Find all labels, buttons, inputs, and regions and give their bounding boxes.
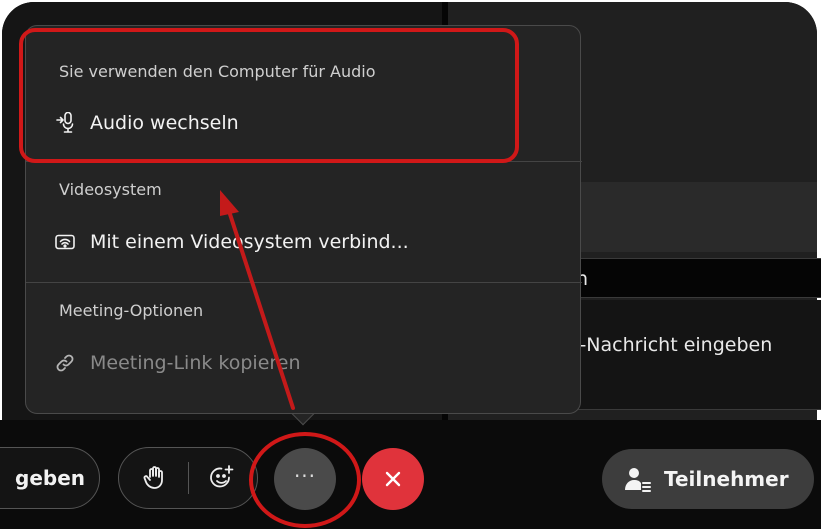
more-options-button[interactable]: ··· bbox=[274, 448, 336, 510]
participants-label: Teilnehmer bbox=[664, 467, 789, 491]
share-button[interactable]: geben bbox=[0, 447, 100, 509]
chat-recipient-field[interactable]: n bbox=[570, 258, 821, 298]
more-options-label: ··· bbox=[293, 464, 317, 488]
copy-meeting-link-label: Meeting-Link kopieren bbox=[90, 352, 301, 374]
meeting-options-section-label: Meeting-Optionen bbox=[59, 301, 204, 320]
end-call-button[interactable] bbox=[362, 448, 424, 510]
switch-audio-label: Audio wechseln bbox=[90, 112, 239, 134]
connect-video-system-item[interactable]: Mit einem Videosystem verbind... bbox=[54, 231, 409, 253]
chat-message-input[interactable]: t-Nachricht eingeben bbox=[570, 300, 821, 410]
close-icon bbox=[385, 471, 401, 487]
link-icon bbox=[54, 352, 76, 374]
reactions-button[interactable] bbox=[206, 462, 238, 494]
reactions-icon bbox=[210, 465, 234, 488]
connect-video-system-label: Mit einem Videosystem verbind... bbox=[90, 231, 409, 253]
menu-divider bbox=[26, 282, 582, 283]
participants-button[interactable]: Teilnehmer bbox=[602, 449, 814, 509]
reaction-group-divider bbox=[188, 462, 189, 494]
switch-audio-item[interactable]: Audio wechseln bbox=[54, 112, 239, 134]
raise-hand-icon bbox=[143, 466, 163, 489]
share-button-label: geben bbox=[15, 466, 85, 490]
more-options-menu: Sie verwenden den Computer für Audio Aud… bbox=[25, 25, 582, 414]
video-system-icon bbox=[54, 231, 76, 253]
audio-section-label: Sie verwenden den Computer für Audio bbox=[59, 62, 376, 81]
menu-divider bbox=[26, 161, 582, 162]
video-section-label: Videosystem bbox=[59, 180, 162, 199]
participants-icon bbox=[625, 468, 651, 492]
audio-switch-icon bbox=[54, 112, 76, 134]
copy-meeting-link-item[interactable]: Meeting-Link kopieren bbox=[54, 352, 301, 374]
raise-hand-button[interactable] bbox=[138, 462, 170, 494]
